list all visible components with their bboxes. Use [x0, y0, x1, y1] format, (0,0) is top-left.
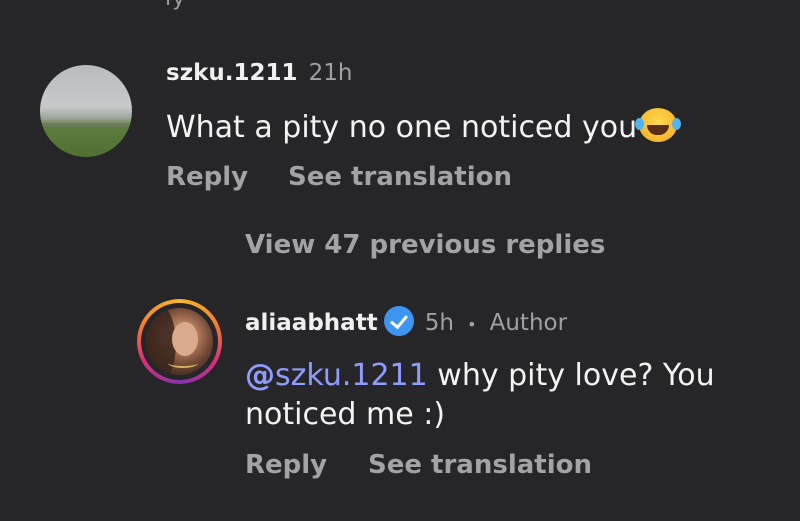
comment-username[interactable]: szku.1211	[166, 60, 298, 86]
mention-username: szku.1211	[275, 358, 428, 393]
reply-username[interactable]: aliaabhatt	[245, 310, 378, 336]
face-with-tears-of-joy-icon	[635, 108, 682, 142]
threads-mention-icon: @	[245, 358, 275, 393]
avatar-face	[172, 322, 198, 356]
avatar-landscape-horizon	[40, 123, 132, 127]
reply-button[interactable]: Reply	[166, 162, 248, 192]
view-previous-replies-button[interactable]: View 47 previous replies	[245, 230, 605, 260]
see-translation-button[interactable]: See translation	[288, 162, 512, 192]
comment-header: szku.1211 21h	[166, 60, 352, 86]
reply-text-line-1: @szku.1211 why pity love? You	[245, 357, 715, 395]
avatar-aliaabhatt[interactable]	[146, 308, 213, 375]
reply-text-line-2: noticed me :)	[245, 396, 445, 434]
reply-timestamp: 5h	[424, 310, 454, 336]
meta-separator: •	[467, 315, 477, 334]
verified-badge-icon	[383, 306, 414, 336]
comment-body: What a pity no one noticed you	[166, 110, 638, 145]
comment-timestamp: 21h	[308, 60, 353, 86]
comment-text: What a pity no one noticed you	[166, 108, 682, 147]
avatar-szku[interactable]	[40, 65, 132, 157]
truncated-previous-text: ly	[165, 0, 186, 11]
reply-header: aliaabhatt 5h • Author	[245, 306, 567, 336]
author-badge: Author	[489, 310, 568, 336]
reply-body-line-2: noticed me :)	[245, 397, 446, 432]
reply-body-line-1: why pity love? You	[437, 358, 715, 393]
see-translation-button-2[interactable]: See translation	[368, 450, 592, 480]
story-ring[interactable]	[137, 299, 222, 384]
avatar-necklace	[168, 358, 198, 368]
mention-link[interactable]: @szku.1211	[245, 358, 428, 393]
reply-button-2[interactable]: Reply	[245, 450, 327, 480]
